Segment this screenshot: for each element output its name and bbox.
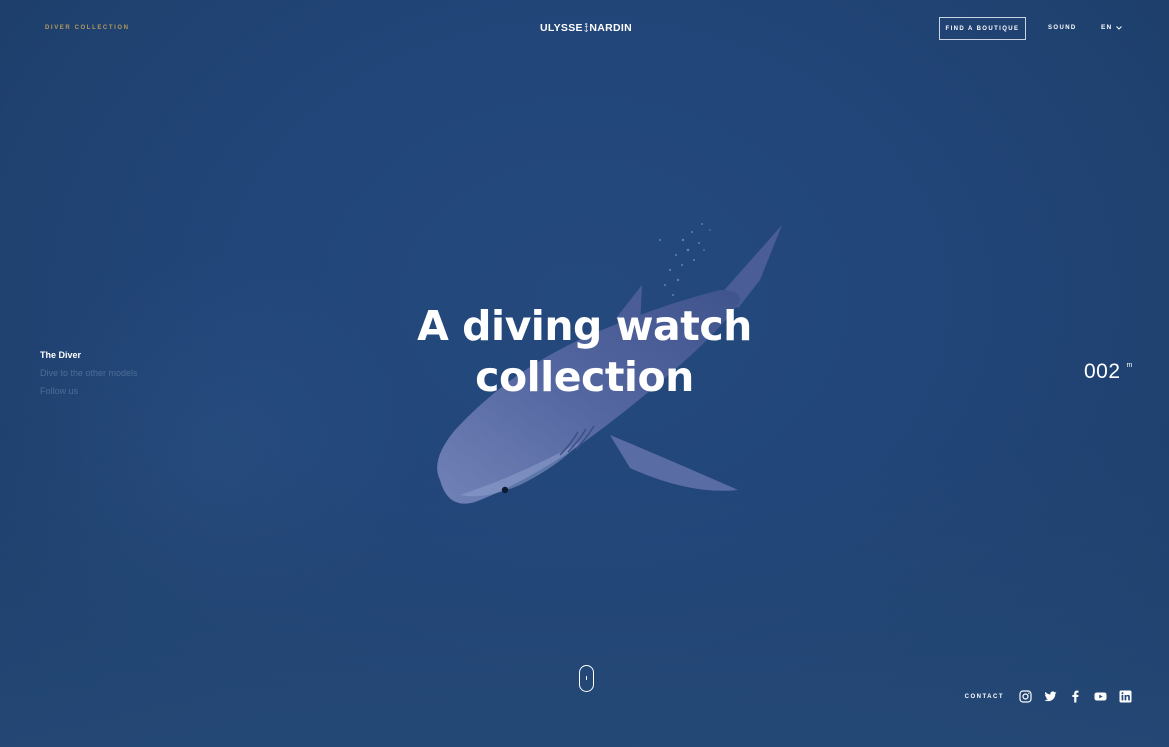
- depth-unit: m: [1126, 362, 1133, 369]
- contact-link[interactable]: CONTACT: [965, 694, 1004, 700]
- scroll-wheel: [585, 676, 587, 680]
- linkedin-icon[interactable]: [1119, 690, 1132, 703]
- twitter-icon[interactable]: [1044, 690, 1057, 703]
- depth-indicator: 002 m: [1084, 360, 1132, 384]
- anchor-icon: [584, 22, 589, 32]
- hero-headline: A diving watch collection: [0, 301, 1169, 403]
- facebook-icon[interactable]: [1069, 690, 1082, 703]
- chevron-down-icon: [1116, 25, 1123, 30]
- hero-headline-line-1: A diving watch: [417, 302, 752, 350]
- depth-value: 002: [1084, 360, 1121, 383]
- scroll-mouse-icon[interactable]: [579, 665, 594, 692]
- sound-toggle[interactable]: SOUND: [1048, 25, 1077, 31]
- youtube-icon[interactable]: [1094, 690, 1107, 703]
- find-boutique-button[interactable]: FIND A BOUTIQUE: [939, 17, 1026, 40]
- footer-bar: CONTACT: [965, 690, 1132, 703]
- hero-headline-line-2: collection: [475, 353, 694, 401]
- instagram-icon[interactable]: [1019, 690, 1032, 703]
- logo-text-right: NARDIN: [589, 22, 632, 34]
- logo-text-left: ULYSSE: [540, 22, 583, 34]
- language-label: EN: [1101, 24, 1113, 31]
- language-selector[interactable]: EN: [1101, 24, 1123, 31]
- ulysse-nardin-logo[interactable]: ULYSSE NARDIN: [540, 18, 632, 38]
- diver-collection-link[interactable]: DIVER COLLECTION: [45, 25, 130, 31]
